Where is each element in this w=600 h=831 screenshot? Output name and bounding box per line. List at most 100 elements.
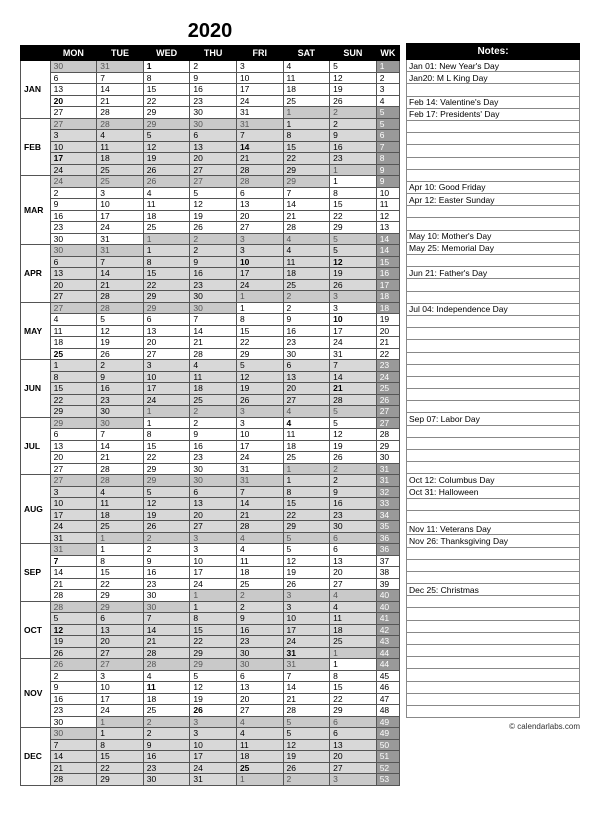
footer-credit: © calendarlabs.com (406, 722, 580, 731)
month-label-aug: AUG (21, 475, 51, 544)
day-cell: 24 (190, 762, 237, 774)
day-cell: 17 (50, 509, 97, 521)
week-number: 2 (376, 72, 399, 84)
notes-list: Jan 01: New Year's DayJan20: M L King Da… (406, 60, 580, 718)
week-number: 36 (376, 544, 399, 556)
day-cell: 8 (97, 739, 144, 751)
day-cell: 5 (330, 406, 377, 418)
week-number: 41 (376, 613, 399, 625)
day-cell: 18 (97, 153, 144, 165)
day-cell: 9 (330, 130, 377, 142)
day-cell: 2 (50, 187, 97, 199)
day-cell: 24 (50, 176, 97, 188)
day-cell: 12 (236, 371, 283, 383)
note-row (406, 657, 580, 669)
day-cell: 29 (236, 348, 283, 360)
day-cell: 26 (143, 164, 190, 176)
day-cell: 30 (190, 475, 237, 487)
week-number: 20 (376, 325, 399, 337)
month-label-apr: APR (21, 245, 51, 303)
day-cell: 1 (143, 417, 190, 429)
day-cell: 11 (283, 72, 330, 84)
day-cell: 17 (97, 693, 144, 705)
week-number: 47 (376, 693, 399, 705)
day-cell: 31 (283, 647, 330, 659)
week-number: 10 (376, 187, 399, 199)
day-cell: 10 (236, 256, 283, 268)
day-cell: 12 (283, 739, 330, 751)
day-cell: 10 (50, 141, 97, 153)
day-cell: 13 (236, 682, 283, 694)
day-cell: 23 (190, 452, 237, 464)
day-cell: 15 (236, 325, 283, 337)
day-cell: 22 (143, 95, 190, 107)
day-cell: 28 (50, 774, 97, 786)
day-cell: 2 (190, 61, 237, 73)
day-cell: 2 (50, 670, 97, 682)
day-cell: 24 (236, 95, 283, 107)
day-cell: 9 (330, 486, 377, 498)
day-cell: 9 (50, 682, 97, 694)
day-cell: 25 (143, 705, 190, 717)
note-row (406, 328, 580, 340)
day-cell: 5 (97, 314, 144, 326)
day-cell: 21 (330, 383, 377, 395)
day-cell: 1 (50, 360, 97, 372)
day-cell: 19 (330, 440, 377, 452)
day-cell: 7 (190, 314, 237, 326)
day-cell: 3 (283, 590, 330, 602)
day-cell: 5 (283, 716, 330, 728)
day-cell: 31 (283, 659, 330, 671)
day-cell: 3 (97, 670, 144, 682)
day-cell: 1 (97, 716, 144, 728)
day-cell: 27 (190, 176, 237, 188)
day-cell: 30 (50, 728, 97, 740)
note-row: May 25: Memorial Day (406, 243, 580, 255)
day-cell: 27 (97, 647, 144, 659)
note-row: Dec 25: Christmas (406, 584, 580, 596)
day-cell: 1 (330, 647, 377, 659)
note-row (406, 340, 580, 352)
day-cell: 4 (330, 590, 377, 602)
day-cell: 30 (236, 647, 283, 659)
day-cell: 29 (143, 302, 190, 314)
day-cell: 4 (190, 360, 237, 372)
day-cell: 5 (190, 187, 237, 199)
day-cell: 4 (283, 233, 330, 245)
day-cell: 13 (143, 325, 190, 337)
week-number: 50 (376, 739, 399, 751)
day-cell: 5 (143, 486, 190, 498)
day-cell: 10 (330, 314, 377, 326)
day-cell: 18 (97, 509, 144, 521)
week-number: 38 (376, 567, 399, 579)
day-cell: 15 (143, 440, 190, 452)
week-number: 29 (376, 440, 399, 452)
note-row (406, 316, 580, 328)
day-cell: 2 (236, 601, 283, 613)
note-row: Jan20: M L King Day (406, 72, 580, 84)
day-cell: 22 (50, 394, 97, 406)
day-cell: 11 (143, 199, 190, 211)
day-cell: 25 (143, 222, 190, 234)
day-cell: 28 (190, 348, 237, 360)
day-cell: 12 (190, 199, 237, 211)
day-cell: 13 (190, 498, 237, 510)
header-mon: MON (50, 46, 97, 61)
day-cell: 18 (143, 210, 190, 222)
note-row (406, 682, 580, 694)
note-row: Feb 14: Valentine's Day (406, 97, 580, 109)
day-cell: 13 (283, 371, 330, 383)
day-cell: 26 (330, 279, 377, 291)
day-cell: 5 (236, 360, 283, 372)
day-cell: 11 (97, 498, 144, 510)
day-cell: 19 (330, 268, 377, 280)
day-cell: 6 (236, 187, 283, 199)
day-cell: 18 (283, 84, 330, 96)
day-cell: 6 (330, 532, 377, 544)
day-cell: 2 (283, 774, 330, 786)
day-cell: 1 (190, 590, 237, 602)
day-cell: 21 (50, 578, 97, 590)
day-cell: 27 (50, 302, 97, 314)
week-number: 8 (376, 153, 399, 165)
day-cell: 7 (330, 360, 377, 372)
